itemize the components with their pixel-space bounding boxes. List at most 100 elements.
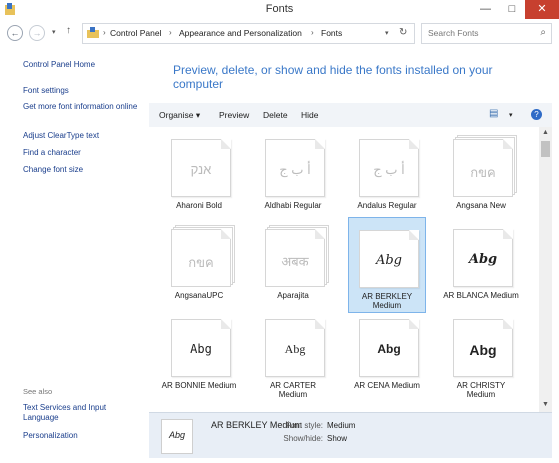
search-box[interactable]: Search Fonts ⌕: [421, 23, 552, 44]
change-view-icon[interactable]: ▤: [489, 108, 498, 119]
font-sample: กขค: [188, 255, 214, 270]
page-headline: Preview, delete, or show and hide the fo…: [173, 63, 493, 91]
font-tile-ar-carter[interactable]: Abg AR CARTER Medium: [255, 311, 331, 401]
show-hide-label: Show/hide:: [283, 434, 323, 443]
breadcrumb-separator: ›: [103, 28, 106, 37]
sidebar-link-find-character[interactable]: Find a character: [23, 148, 138, 158]
font-tile-ar-berkley[interactable]: Abg AR BERKLEY Medium: [348, 217, 426, 313]
sidebar-link-control-panel-home[interactable]: Control Panel Home: [23, 60, 138, 70]
font-file-icon: أ ب ج: [265, 139, 325, 197]
search-input[interactable]: Search Fonts: [428, 28, 479, 38]
font-name: AR BONNIE Medium: [161, 381, 237, 390]
address-dropdown[interactable]: ▾: [385, 29, 389, 37]
search-icon[interactable]: ⌕: [540, 27, 546, 38]
font-file-icon: Abg: [453, 229, 513, 287]
sidebar-link-get-more-font-info[interactable]: Get more font information online: [23, 102, 138, 112]
font-name: AR BLANCA Medium: [443, 291, 519, 300]
see-also-heading: See also: [23, 387, 53, 396]
show-hide-value: Show: [327, 434, 348, 443]
font-sample: Abg: [190, 342, 212, 356]
minimize-button[interactable]: —: [472, 0, 499, 19]
font-sample: Abg: [284, 342, 306, 356]
font-file-icon: אנק: [171, 139, 231, 197]
font-name: AR CENA Medium: [354, 381, 420, 390]
command-bar: Organise ▾ Preview Delete Hide ▤ ▾ ?: [149, 103, 552, 128]
font-tile-ar-bonnie[interactable]: Abg AR BONNIE Medium: [161, 311, 237, 401]
font-tile-aparajita[interactable]: अबक Aparajita: [255, 221, 331, 311]
font-tile-ar-blanca[interactable]: Abg AR BLANCA Medium: [443, 221, 519, 311]
delete-button[interactable]: Delete: [263, 110, 288, 120]
scroll-down-button[interactable]: ▼: [539, 401, 552, 408]
sidebar-link-change-font-size[interactable]: Change font size: [23, 165, 138, 175]
font-file-icon: أ ب ج: [359, 139, 419, 197]
font-name: Aldhabi Regular: [264, 201, 322, 210]
navigation-bar: ← → ▾ ↑ › Control Panel › Appearance and…: [0, 19, 559, 47]
breadcrumb-separator: ›: [169, 28, 172, 37]
refresh-button[interactable]: ↻: [399, 27, 407, 38]
font-sample: Abg: [469, 342, 497, 358]
breadcrumb-control-panel[interactable]: Control Panel: [110, 28, 162, 38]
font-sample: Abg: [468, 252, 498, 267]
title-bar: Fonts — □ ✕: [0, 0, 559, 19]
hide-button[interactable]: Hide: [301, 110, 318, 120]
selected-font-thumbnail: Abg: [161, 419, 193, 454]
close-button[interactable]: ✕: [525, 0, 559, 19]
scroll-thumb[interactable]: [541, 141, 550, 157]
font-tile-angsana-new[interactable]: กขค Angsana New: [443, 131, 519, 221]
maximize-button[interactable]: □: [499, 0, 525, 19]
font-name: Andalus Regular: [357, 201, 417, 210]
sidebar-link-text-services[interactable]: Text Services and Input Language: [23, 403, 138, 423]
font-sample: Abg: [375, 253, 403, 268]
vertical-scrollbar[interactable]: ▲ ▼: [539, 127, 552, 412]
font-name: AR CHRISTY Medium: [456, 381, 506, 399]
font-name: Aparajita: [277, 291, 309, 300]
font-name: Aharoni Bold: [176, 201, 222, 210]
up-button[interactable]: ↑: [66, 25, 71, 36]
font-sample: אנק: [190, 162, 212, 177]
preview-button[interactable]: Preview: [219, 110, 249, 120]
font-family-icon: अबक: [265, 229, 325, 287]
font-style-label: Font style:: [286, 421, 323, 430]
font-file-icon: Abg: [359, 319, 419, 377]
font-tile-andalus[interactable]: أ ب ج Andalus Regular: [349, 131, 425, 221]
font-tile-ar-cena[interactable]: Abg AR CENA Medium: [349, 311, 425, 401]
font-name: AR BERKLEY Medium: [361, 292, 413, 310]
font-file-icon: Abg: [171, 319, 231, 377]
organise-menu[interactable]: Organise ▾: [159, 110, 200, 121]
scroll-up-button[interactable]: ▲: [539, 129, 552, 136]
font-file-icon: Abg: [453, 319, 513, 377]
sidebar-link-personalization[interactable]: Personalization: [23, 431, 138, 441]
font-tile-aharoni[interactable]: אנק Aharoni Bold: [161, 131, 237, 221]
address-bar[interactable]: › Control Panel › Appearance and Persona…: [82, 23, 415, 44]
back-button[interactable]: ←: [7, 25, 23, 41]
help-icon[interactable]: ?: [531, 109, 542, 120]
font-grid: אנק Aharoni Bold أ ب ج Aldhabi Regular أ…: [149, 127, 539, 412]
font-sample: أ ب ج: [373, 162, 405, 177]
breadcrumb-separator: ›: [311, 28, 314, 37]
font-tile-angsanaupc[interactable]: กขค AngsanaUPC: [161, 221, 237, 311]
breadcrumb-fonts[interactable]: Fonts: [321, 28, 342, 38]
sidebar: Control Panel Home Font settings Get mor…: [0, 47, 149, 457]
font-tile-aldhabi[interactable]: أ ب ج Aldhabi Regular: [255, 131, 331, 221]
font-sample: กขค: [470, 165, 496, 180]
sidebar-link-cleartype[interactable]: Adjust ClearType text: [23, 131, 138, 141]
font-file-icon: Abg: [359, 230, 419, 288]
font-family-icon: กขค: [171, 229, 231, 287]
font-name: AR CARTER Medium: [269, 381, 317, 399]
font-sample: أ ب ج: [279, 162, 311, 177]
sidebar-link-font-settings[interactable]: Font settings: [23, 86, 138, 96]
font-sample: Abg: [377, 342, 401, 356]
font-name: Angsana New: [456, 201, 506, 210]
recent-locations-dropdown[interactable]: ▾: [52, 28, 56, 36]
font-file-icon: Abg: [265, 319, 325, 377]
thumbnail-sample: Abg: [168, 430, 185, 440]
font-name: AngsanaUPC: [174, 291, 224, 300]
font-tile-ar-christy[interactable]: Abg AR CHRISTY Medium: [443, 311, 519, 401]
forward-button[interactable]: →: [29, 25, 45, 41]
breadcrumb-appearance[interactable]: Appearance and Personalization: [179, 28, 302, 38]
font-family-icon: กขค: [453, 139, 513, 197]
control-panel-icon: [87, 27, 99, 38]
font-style-value: Medium: [327, 421, 356, 430]
view-options-dropdown[interactable]: ▾: [509, 111, 513, 119]
font-sample: अबक: [281, 254, 309, 269]
